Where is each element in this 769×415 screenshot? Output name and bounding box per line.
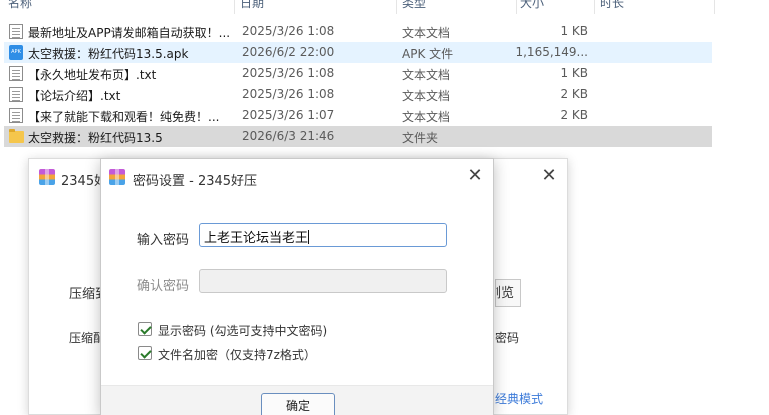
column-separator[interactable] [234, 0, 235, 14]
password-option-label[interactable]: 密码 [495, 329, 519, 346]
folder-icon [9, 129, 24, 143]
password-input[interactable]: 上老王论坛当老王 [199, 223, 447, 247]
file-name: 【永久地址发布页】.txt [28, 68, 157, 82]
file-date: 2025/3/26 1:08 [242, 66, 335, 80]
text-file-icon [9, 66, 23, 81]
encrypt-filenames-label[interactable]: 文件名加密（仅支持7z格式） [158, 346, 316, 363]
file-name: 【论坛介绍】.txt [28, 89, 121, 103]
file-size: 2 KB [560, 108, 588, 122]
text-file-icon [9, 108, 23, 123]
file-type: 文本文档 [402, 26, 451, 40]
file-date: 2026/6/3 21:46 [242, 129, 335, 143]
column-separator[interactable] [396, 0, 397, 14]
text-caret [308, 230, 310, 244]
file-name: 太空救援：粉红代码13.5.apk [28, 47, 189, 61]
file-date: 2025/3/26 1:08 [242, 87, 335, 101]
classic-mode-link[interactable]: 经典模式 [495, 390, 543, 407]
file-size: 1,165,149... [515, 45, 588, 59]
text-file-icon [9, 87, 23, 102]
close-icon[interactable]: ✕ [539, 165, 559, 187]
password-dialog: 密码设置 - 2345好压 ✕ 输入密码 上老王论坛当老王 确认密码 显示密码 … [100, 158, 494, 415]
column-separator[interactable] [714, 0, 715, 14]
confirm-password-label: 确认密码 [137, 279, 190, 294]
password-dialog-title: 密码设置 - 2345好压 [133, 174, 258, 189]
password-dialog-titlebar[interactable]: 密码设置 - 2345好压 ✕ [101, 159, 493, 195]
file-name: 【来了就能下载和观看！纯免费！... [28, 110, 220, 124]
show-password-label[interactable]: 显示密码 (勾选可支持中文密码) [158, 322, 327, 339]
app-logo-icon [39, 169, 55, 185]
file-type: 文本文档 [402, 89, 451, 103]
column-separator[interactable] [594, 0, 595, 14]
file-size: 2 KB [560, 87, 588, 101]
file-size: 1 KB [560, 66, 588, 80]
file-name: 太空救援：粉红代码13.5 [28, 131, 163, 145]
file-date: 2025/3/26 1:08 [242, 24, 335, 38]
column-duration[interactable]: 时长 [600, 0, 624, 12]
file-size: 1 KB [560, 24, 588, 38]
column-date[interactable]: 日期 [240, 0, 264, 12]
file-type: APK 文件 [402, 47, 454, 61]
column-header: 名称 日期 类型 大小 时长 [0, 0, 769, 14]
file-type: 文本文档 [402, 110, 451, 124]
file-row[interactable]: 太空救援：粉红代码13.5.apk 2026/6/2 22:00 APK 文件 … [4, 42, 712, 63]
file-row[interactable]: 【永久地址发布页】.txt 2025/3/26 1:08 文本文档 1 KB [4, 63, 712, 84]
column-size[interactable]: 大小 [520, 0, 544, 12]
file-row[interactable]: 【来了就能下载和观看！纯免费！... 2025/3/26 1:07 文本文档 2… [4, 105, 712, 126]
file-date: 2026/6/2 22:00 [242, 45, 335, 59]
text-file-icon [9, 24, 23, 39]
file-row[interactable]: 最新地址及APP请发邮箱自动获取！... 2025/3/26 1:08 文本文档… [4, 21, 712, 42]
encrypt-filenames-checkbox[interactable] [138, 346, 152, 360]
file-name: 最新地址及APP请发邮箱自动获取！... [28, 26, 231, 40]
file-row-selected[interactable]: 太空救援：粉红代码13.5 2026/6/3 21:46 文件夹 [4, 126, 712, 147]
password-label: 输入密码 [137, 233, 190, 248]
column-separator[interactable] [516, 0, 517, 14]
app-logo-icon [109, 169, 125, 185]
confirm-password-input[interactable] [199, 269, 447, 293]
browse-button-label: 浏览 [496, 285, 515, 300]
file-date: 2025/3/26 1:07 [242, 108, 335, 122]
browse-button[interactable]: 浏览 [495, 279, 521, 307]
apk-file-icon [9, 45, 23, 60]
password-input-value: 上老王论坛当老王 [204, 231, 309, 246]
column-name[interactable]: 名称 [8, 0, 32, 12]
close-icon[interactable]: ✕ [465, 165, 485, 187]
show-password-checkbox[interactable] [138, 322, 152, 336]
ok-button[interactable]: 确定 [261, 393, 335, 415]
file-type: 文件夹 [402, 131, 439, 145]
column-type[interactable]: 类型 [402, 0, 426, 12]
file-type: 文本文档 [402, 68, 451, 82]
file-row[interactable]: 【论坛介绍】.txt 2025/3/26 1:08 文本文档 2 KB [4, 84, 712, 105]
